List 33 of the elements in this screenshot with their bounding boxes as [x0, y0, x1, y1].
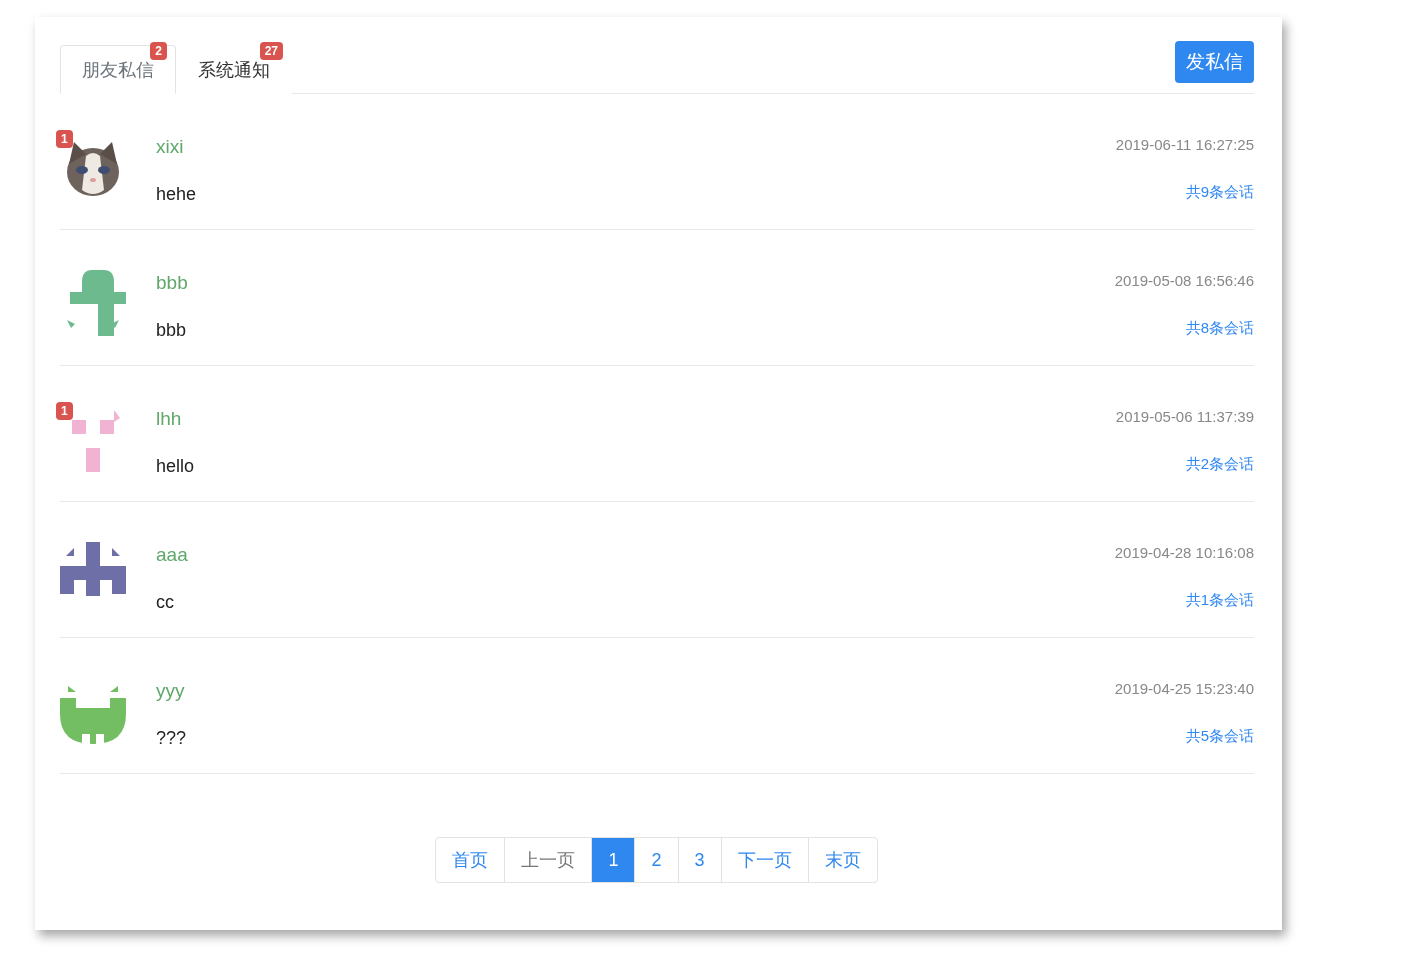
tab[interactable]: 朋友私信 2 — [60, 45, 176, 94]
message-time: 2019-06-11 16:27:25 — [1115, 136, 1254, 153]
conversation-count-link[interactable]: 共1条会话 — [1185, 591, 1254, 610]
count-badge: 2 — [150, 42, 167, 60]
sender-name[interactable]: bbb — [156, 272, 188, 294]
unread-badge: 1 — [56, 402, 73, 420]
conversation-count-link[interactable]: 共9条会话 — [1185, 183, 1254, 202]
message-time: 2019-05-08 16:56:46 — [1114, 272, 1254, 289]
page-button[interactable]: 末页 — [807, 837, 878, 883]
sender-name[interactable]: xixi — [156, 136, 184, 158]
page-button[interactable]: 2 — [634, 837, 679, 883]
message-time: 2019-04-28 10:16:08 — [1114, 544, 1254, 561]
page-button[interactable]: 1 — [591, 837, 636, 883]
page-button[interactable]: 下一页 — [720, 837, 809, 883]
page-button[interactable]: 首页 — [435, 837, 506, 883]
unread-badge: 1 — [56, 130, 73, 148]
message-preview: hello — [156, 456, 195, 477]
message-preview: ??? — [156, 728, 187, 749]
message-preview: bbb — [156, 320, 187, 341]
conversation-count-link[interactable]: 共5条会话 — [1185, 727, 1254, 746]
message-time: 2019-04-25 15:23:40 — [1114, 680, 1254, 697]
message-preview: cc — [156, 592, 174, 613]
sender-name[interactable]: aaa — [156, 544, 188, 566]
page-button[interactable]: 3 — [677, 837, 722, 883]
conversation-count-link[interactable]: 共8条会话 — [1185, 319, 1254, 338]
sender-name[interactable]: lhh — [156, 408, 182, 430]
tab[interactable]: 系统通知 27 — [176, 45, 292, 94]
message-preview: hehe — [156, 184, 197, 205]
sender-name[interactable]: yyy — [156, 680, 185, 702]
send-message-button[interactable]: 发私信 — [1175, 41, 1254, 83]
conversation-count-link[interactable]: 共2条会话 — [1185, 455, 1254, 474]
count-badge: 27 — [259, 42, 283, 60]
message-time: 2019-05-06 11:37:39 — [1115, 408, 1254, 425]
